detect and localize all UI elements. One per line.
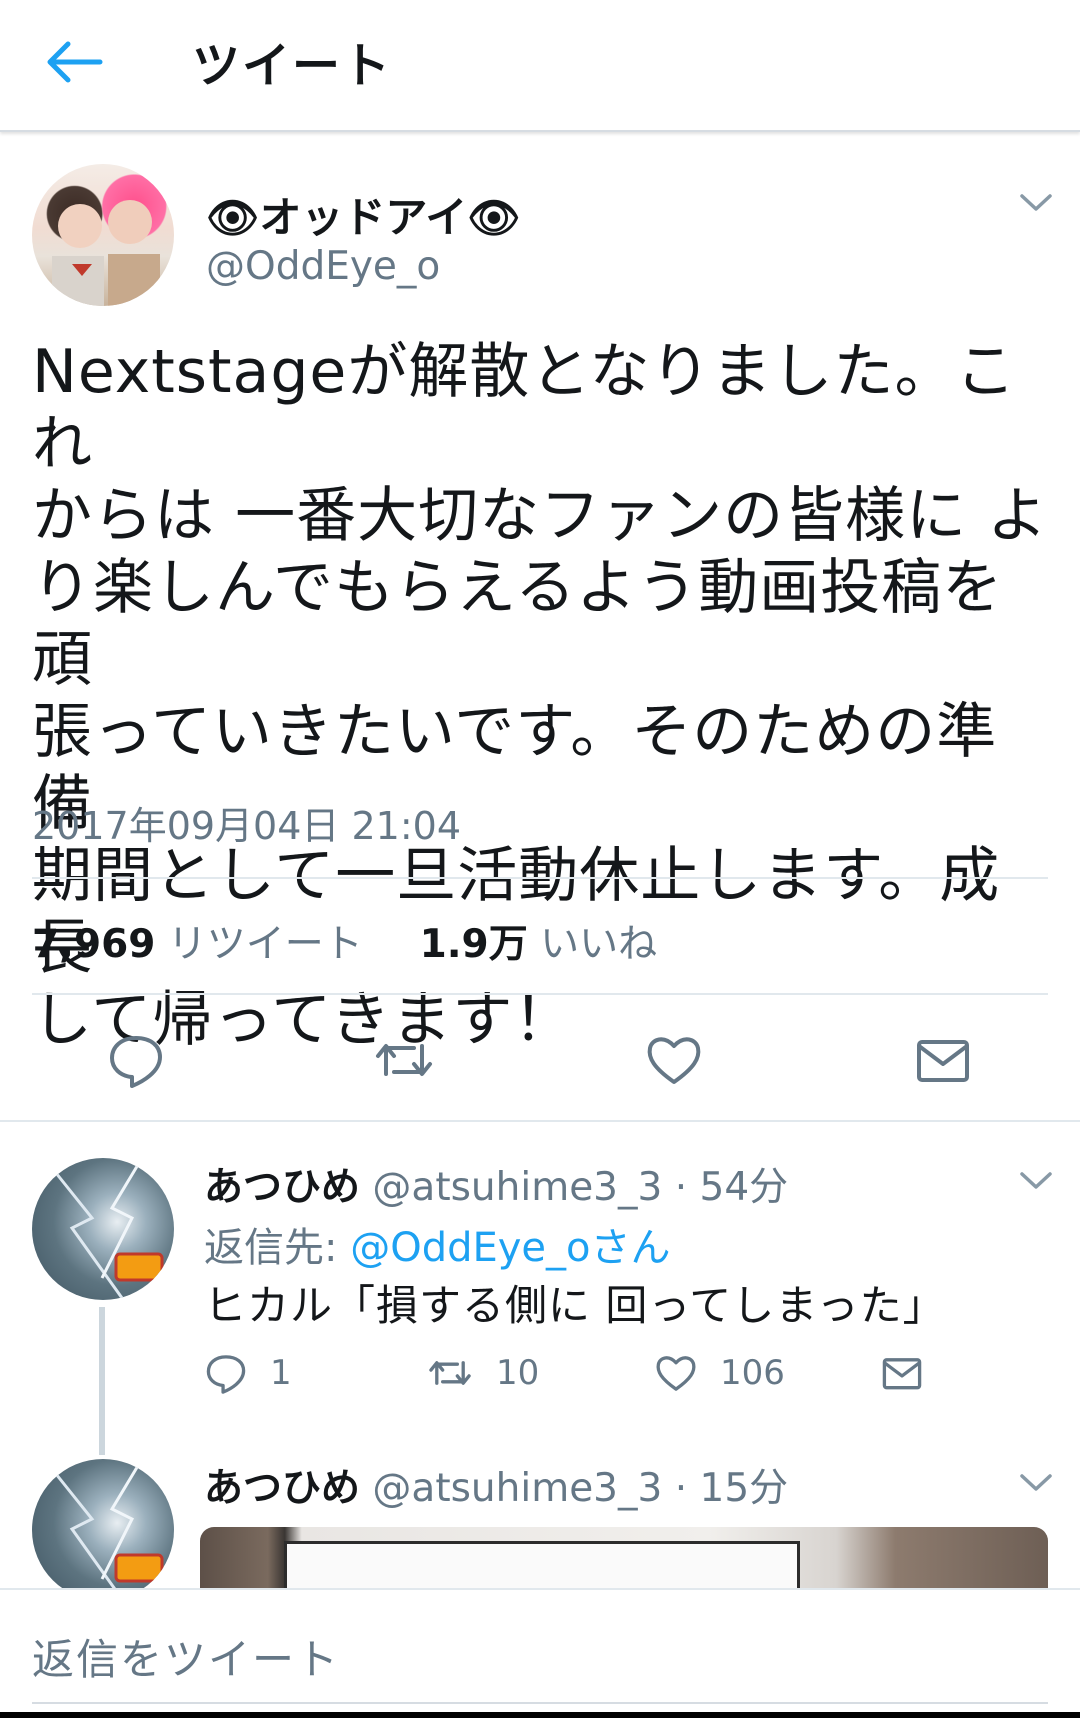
reply-avatar[interactable] xyxy=(32,1158,174,1300)
retweet-count: 10 xyxy=(496,1353,540,1393)
reply-dm-button[interactable] xyxy=(880,1348,946,1398)
reply-like-button[interactable]: 106 xyxy=(654,1348,785,1398)
app-header: ツイート xyxy=(0,0,1080,132)
chevron-down-icon xyxy=(1020,1474,1052,1491)
arrow-left-icon xyxy=(47,41,103,83)
reply-menu-button[interactable] xyxy=(1018,1470,1054,1494)
reply-handle-time[interactable]: @atsuhime3_3 · 54分 xyxy=(372,1165,788,1210)
compose-bar: 返信をツイート xyxy=(0,1588,1080,1720)
like-count: 106 xyxy=(720,1353,785,1393)
thread-line xyxy=(99,1307,105,1455)
tweet-text-line: からは 一番大切なファンの皆様に よ xyxy=(32,481,1049,551)
divider xyxy=(0,1120,1080,1122)
compose-underline xyxy=(32,1702,1048,1704)
reply-retweet-button[interactable]: 10 xyxy=(426,1348,539,1398)
reply-display-name[interactable]: あつひめ xyxy=(204,1165,360,1210)
reply-icon xyxy=(206,1355,246,1394)
divider xyxy=(32,877,1048,879)
author-avatar[interactable] xyxy=(32,164,174,306)
author-handle[interactable]: @OddEye_o xyxy=(206,244,440,289)
retweet-count[interactable]: 7,969 xyxy=(32,922,155,967)
page-title: ツイート xyxy=(192,38,393,94)
reply-compose-input[interactable]: 返信をツイート xyxy=(32,1626,340,1687)
tweet-menu-button[interactable] xyxy=(1018,190,1054,214)
reply-header: あつひめ @atsuhime3_3 · 54分 xyxy=(204,1156,788,1212)
tweet-stats: 7,969 リツイート 1.9万 いいね xyxy=(32,913,657,969)
avatar-photo xyxy=(50,1459,164,1600)
reply-display-name[interactable]: あつひめ xyxy=(204,1466,360,1511)
chevron-down-icon xyxy=(1020,194,1052,211)
like-label[interactable]: いいね xyxy=(540,922,657,967)
reply-handle-time[interactable]: @atsuhime3_3 · 15分 xyxy=(372,1466,788,1511)
heart-icon xyxy=(656,1356,696,1391)
tweet-text-line: Nextstageが解散となりました。これ xyxy=(32,337,1017,479)
divider xyxy=(32,993,1048,995)
retweet-label[interactable]: リツイート xyxy=(168,922,363,967)
reply-icon xyxy=(110,1036,162,1088)
reply-header: あつひめ @atsuhime3_3 · 15分 xyxy=(204,1457,788,1513)
screen-bottom-edge xyxy=(0,1712,1080,1718)
tweet-text-line: り楽しんでもらえるよう動画投稿を頑 xyxy=(32,553,1004,695)
reply-to-label: 返信先: xyxy=(204,1225,338,1271)
direct-message-button[interactable] xyxy=(913,1030,973,1090)
author-display-name[interactable]: 👁オッドアイ👁 xyxy=(206,184,521,245)
chevron-down-icon xyxy=(1020,1172,1052,1189)
reply-to-line: 返信先: @OddEye_oさん xyxy=(204,1215,671,1273)
tweet-timestamp: 2017年09月04日 21:04 xyxy=(32,804,462,848)
reply-reply-button[interactable]: 1 xyxy=(204,1348,292,1398)
reply-to-link[interactable]: @OddEye_oさん xyxy=(350,1225,670,1271)
envelope-icon xyxy=(917,1040,969,1082)
avatar-photo xyxy=(52,200,160,306)
like-button[interactable] xyxy=(644,1030,704,1090)
reply-text: ヒカル「損する側に 回ってしまった」 xyxy=(204,1281,946,1330)
envelope-icon xyxy=(882,1358,922,1390)
reply-button[interactable] xyxy=(106,1030,166,1090)
retweet-icon xyxy=(376,1044,432,1076)
retweet-icon xyxy=(429,1361,471,1385)
reply-menu-button[interactable] xyxy=(1018,1168,1054,1192)
heart-icon xyxy=(647,1037,701,1084)
like-count[interactable]: 1.9万 xyxy=(420,922,528,967)
back-button[interactable] xyxy=(40,32,106,92)
reply-count: 1 xyxy=(270,1353,292,1393)
reply-avatar[interactable] xyxy=(32,1459,174,1601)
avatar-photo xyxy=(50,1158,164,1299)
retweet-button[interactable] xyxy=(374,1030,434,1090)
